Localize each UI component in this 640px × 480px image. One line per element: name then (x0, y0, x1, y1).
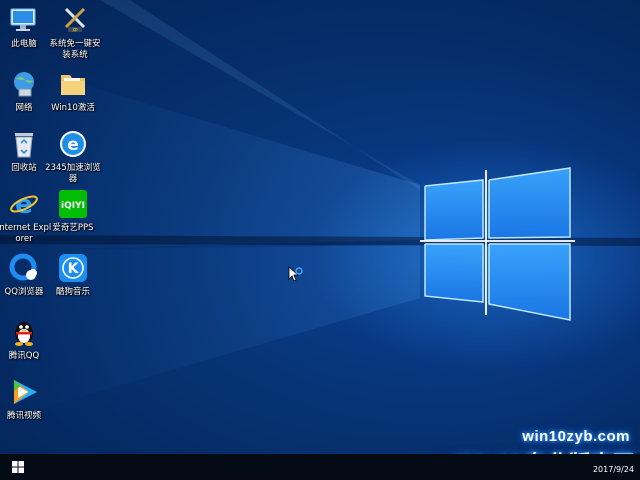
tray-clock[interactable]: 2017/9/24 (593, 456, 634, 475)
installer-tools-icon: XP (59, 4, 91, 36)
desktop-icon-installer[interactable]: XP 系统免一键安装系统 (47, 4, 103, 61)
busy-cursor-icon (288, 266, 303, 282)
network-icon (8, 68, 40, 100)
desktop-icon-kugou[interactable]: K 酷狗音乐 (45, 252, 101, 298)
folder-icon (57, 68, 89, 100)
desktop-icon-label: 此电脑 (11, 39, 37, 49)
windows-logo-icon (12, 461, 24, 473)
this-pc-icon (8, 4, 40, 36)
qq-browser-icon (8, 252, 40, 284)
tray-date: 2017/9/24 (592, 465, 634, 474)
desktop-icon-label: 2345加速浏览器 (45, 163, 101, 184)
svg-text:e: e (67, 135, 79, 155)
iqiyi-icon: iQIYI (57, 188, 89, 220)
internet-explorer-icon: e (8, 188, 40, 220)
start-button[interactable] (0, 454, 36, 480)
desktop-icon-win10-activate[interactable]: Win10激活 (45, 68, 101, 114)
desktop-icon-label: 爱奇艺PPS (52, 223, 94, 233)
svg-text:K: K (68, 261, 80, 277)
kugou-icon: K (57, 252, 89, 284)
desktop-icon-iqiyi[interactable]: iQIYI 爱奇艺PPS (45, 188, 101, 234)
desktop-icon-this-pc[interactable]: 此电脑 (0, 4, 52, 50)
desktop-icon-label: Win10激活 (51, 103, 95, 113)
desktop-icon-label: 腾讯视频 (6, 411, 41, 421)
desktop-icon-tencent-video[interactable]: 腾讯视频 (0, 376, 52, 422)
desktop-icon-label: 酷狗音乐 (55, 287, 90, 297)
desktop-icon-label: 系统免一键安装系统 (49, 39, 101, 60)
browser-2345-icon: e (57, 128, 89, 160)
recycle-bin-icon (8, 128, 40, 160)
desktop[interactable]: 此电脑 XP 系统免一键安装系统 网络 Win10激活 回收站 e 2345加速… (0, 0, 640, 454)
tencent-video-icon (8, 376, 40, 408)
taskbar: 2017/9/24 (0, 454, 640, 480)
desktop-icon-tencent-qq[interactable]: 腾讯QQ (0, 316, 52, 362)
desktop-icon-label: 腾讯QQ (8, 351, 40, 361)
svg-text:e: e (15, 190, 33, 219)
svg-text:XP: XP (72, 28, 78, 33)
desktop-icon-2345-browser[interactable]: e 2345加速浏览器 (45, 128, 101, 185)
qq-penguin-icon (8, 316, 40, 348)
svg-text:iQIYI: iQIYI (61, 201, 85, 211)
